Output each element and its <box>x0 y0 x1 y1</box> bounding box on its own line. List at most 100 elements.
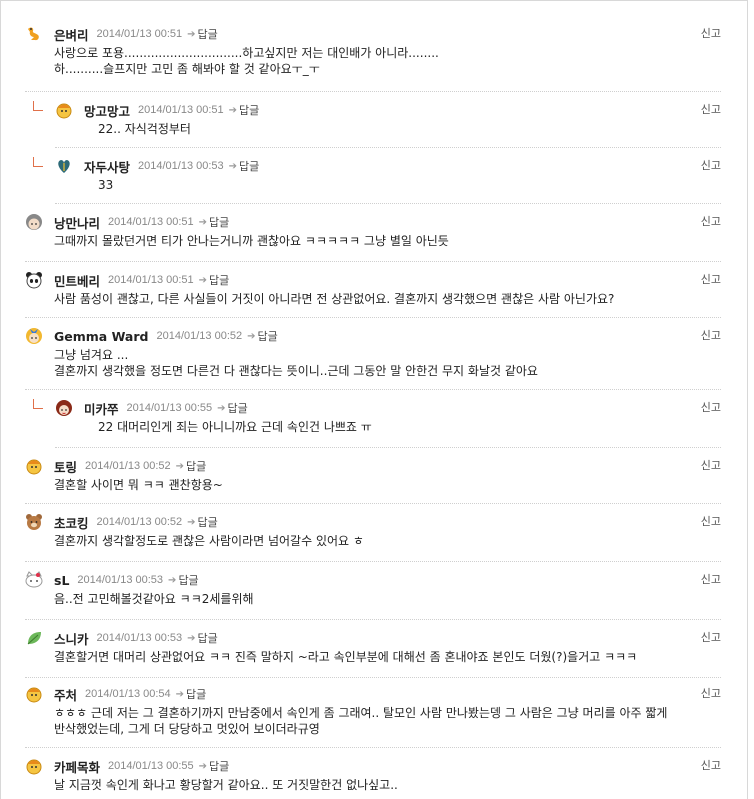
reply-label: 답글 <box>197 632 218 645</box>
comment-item: 은벼리 2014/01/13 00:51 ➔ 답글 신고 사랑으로 포용.....… <box>25 25 721 92</box>
reply-label: 답글 <box>197 28 218 41</box>
reply-arrow-icon: ➔ <box>168 574 177 586</box>
girl-icon <box>25 213 43 231</box>
comment-date: 2014/01/13 00:51 <box>108 216 194 228</box>
reply-indicator-icon <box>33 101 43 111</box>
comment-list: 은벼리 2014/01/13 00:51 ➔ 답글 신고 사랑으로 포용.....… <box>0 0 748 799</box>
comment-item: 민트베리 2014/01/13 00:51 ➔ 답글 신고 사람 품성이 괜찮고,… <box>25 271 721 318</box>
author-name[interactable]: Gemma Ward <box>54 329 148 344</box>
comment-date: 2014/01/13 00:51 <box>138 104 224 116</box>
comment-text: 33 <box>98 178 114 192</box>
report-button[interactable]: 신고 <box>701 213 721 229</box>
report-button[interactable]: 신고 <box>701 685 721 701</box>
reply-label: 답글 <box>186 460 207 473</box>
reply-item: 망고망고 2014/01/13 00:51 ➔ 답글 신고 22.. 자식걱정부터 <box>33 101 721 148</box>
reply-button[interactable]: ➔ 답글 <box>199 214 230 230</box>
comment-header: 자두사탕 2014/01/13 00:53 ➔ 답글 <box>55 157 259 175</box>
reply-arrow-icon: ➔ <box>175 688 185 700</box>
reply-button[interactable]: ➔ 답글 <box>217 400 248 416</box>
kitty-icon <box>25 571 43 589</box>
reply-button[interactable]: ➔ 답글 <box>229 158 260 174</box>
comment-date: 2014/01/13 00:51 <box>108 274 194 286</box>
comment-item: 초코킹 2014/01/13 00:52 ➔ 답글 신고 결혼까지 생각할정도로 … <box>25 513 721 562</box>
reply-label: 답글 <box>197 516 218 529</box>
reply-label: 답글 <box>227 402 248 415</box>
author-name[interactable]: 민트베리 <box>54 271 100 290</box>
comment-item: 카페목화 2014/01/13 00:55 ➔ 답글 신고 날 지금껏 속인게 화… <box>25 757 721 799</box>
comment-text: 결혼할거면 대머리 상관없어요 ㅋㅋ 진즉 말하지 ~라고 속인부분에 대해선 … <box>54 650 638 664</box>
author-name[interactable]: 주처 <box>54 685 77 704</box>
comment-item: 스니카 2014/01/13 00:53 ➔ 답글 신고 결혼할거면 대머리 상관… <box>25 629 721 678</box>
panda-icon <box>25 271 43 289</box>
author-name[interactable]: 낭만나리 <box>54 213 100 232</box>
comment-header: 망고망고 2014/01/13 00:51 ➔ 답글 <box>55 101 259 119</box>
comment-header: 민트베리 2014/01/13 00:51 ➔ 답글 <box>25 271 229 289</box>
report-button[interactable]: 신고 <box>701 457 721 473</box>
reply-arrow-icon: ➔ <box>187 28 196 40</box>
reply-arrow-icon: ➔ <box>198 760 208 772</box>
comment-text: 그냥 넘겨요 ... 결혼까지 생각했을 정도면 다른건 다 괜찮다는 뜻이니.… <box>54 348 538 378</box>
reply-label: 답글 <box>186 688 207 701</box>
reply-button[interactable]: ➔ 답글 <box>187 514 218 530</box>
comment-item: 토링 2014/01/13 00:52 ➔ 답글 신고 결혼할 사이면 뭐 ㅋㅋ … <box>25 457 721 504</box>
leaf-icon <box>25 629 43 647</box>
author-name[interactable]: 미카쭈 <box>84 399 119 418</box>
reply-button[interactable]: ➔ 답글 <box>199 272 230 288</box>
author-name[interactable]: 은벼리 <box>54 25 89 44</box>
face-icon <box>55 101 73 119</box>
reply-button[interactable]: ➔ 답글 <box>229 102 260 118</box>
reply-arrow-icon: ➔ <box>187 632 196 644</box>
comment-header: 낭만나리 2014/01/13 00:51 ➔ 답글 <box>25 213 229 231</box>
report-button[interactable]: 신고 <box>701 399 721 415</box>
comment-text: ㅎㅎㅎ 근데 저는 그 결혼하기까지 만남중에서 속인게 좀 그래여.. 탈모인… <box>54 706 668 736</box>
reply-button[interactable]: ➔ 답글 <box>199 758 230 774</box>
comment-text: 결혼할 사이면 뭐 ㅋㅋ 괜찬항용~ <box>54 478 223 492</box>
leaf-heart-icon <box>55 157 73 175</box>
author-name[interactable]: 초코킹 <box>54 513 89 532</box>
reply-button[interactable]: ➔ 답글 <box>187 26 218 42</box>
report-button[interactable]: 신고 <box>701 571 721 587</box>
reply-arrow-icon: ➔ <box>217 402 226 414</box>
author-name[interactable]: sL <box>54 573 69 588</box>
author-name[interactable]: 카페목화 <box>54 757 100 776</box>
reply-arrow-icon: ➔ <box>228 104 238 116</box>
report-button[interactable]: 신고 <box>701 327 721 343</box>
comment-header: sL 2014/01/13 00:53 ➔ 답글 <box>25 571 199 589</box>
reply-button[interactable]: ➔ 답글 <box>176 458 207 474</box>
comment-header: 초코킹 2014/01/13 00:52 ➔ 답글 <box>25 513 218 531</box>
reply-label: 답글 <box>257 330 278 343</box>
author-name[interactable]: 망고망고 <box>84 101 130 120</box>
reply-button[interactable]: ➔ 답글 <box>187 630 218 646</box>
report-button[interactable]: 신고 <box>701 271 721 287</box>
face-icon <box>25 757 43 775</box>
report-button[interactable]: 신고 <box>701 101 721 117</box>
reply-arrow-icon: ➔ <box>198 274 208 286</box>
report-button[interactable]: 신고 <box>701 25 721 41</box>
blonde-girl-icon <box>25 327 43 345</box>
comment-text: 그때까지 몰랐던거면 티가 안나는거니까 괜찮아요 ㅋㅋㅋㅋㅋ 그냥 별일 아닌… <box>54 234 449 248</box>
author-name[interactable]: 자두사탕 <box>84 157 130 176</box>
comment-date: 2014/01/13 00:55 <box>126 402 213 414</box>
report-button[interactable]: 신고 <box>701 629 721 645</box>
comment-text: 결혼까지 생각할정도로 괜찮은 사람이라면 넘어갈수 있어요 ㅎ <box>54 534 364 548</box>
reply-arrow-icon: ➔ <box>198 216 208 228</box>
reply-button[interactable]: ➔ 답글 <box>168 572 199 588</box>
face-icon <box>25 685 43 703</box>
comment-date: 2014/01/13 00:55 <box>108 760 194 772</box>
author-name[interactable]: 스니카 <box>54 629 89 648</box>
author-name[interactable]: 토링 <box>54 457 77 476</box>
reply-label: 답글 <box>178 574 199 587</box>
comment-header: 토링 2014/01/13 00:52 ➔ 답글 <box>25 457 206 475</box>
reply-indicator-icon <box>33 399 43 409</box>
reply-button[interactable]: ➔ 답글 <box>247 328 278 344</box>
report-button[interactable]: 신고 <box>701 157 721 173</box>
report-button[interactable]: 신고 <box>701 513 721 529</box>
report-button[interactable]: 신고 <box>701 757 721 773</box>
comment-item: 낭만나리 2014/01/13 00:51 ➔ 답글 신고 그때까지 몰랐던거면 … <box>25 213 721 262</box>
comment-date: 2014/01/13 00:53 <box>138 160 224 172</box>
comment-header: 스니카 2014/01/13 00:53 ➔ 답글 <box>25 629 218 647</box>
reply-button[interactable]: ➔ 답글 <box>176 686 207 702</box>
face-icon <box>25 457 43 475</box>
reply-label: 답글 <box>209 760 230 773</box>
reply-arrow-icon: ➔ <box>247 330 256 342</box>
